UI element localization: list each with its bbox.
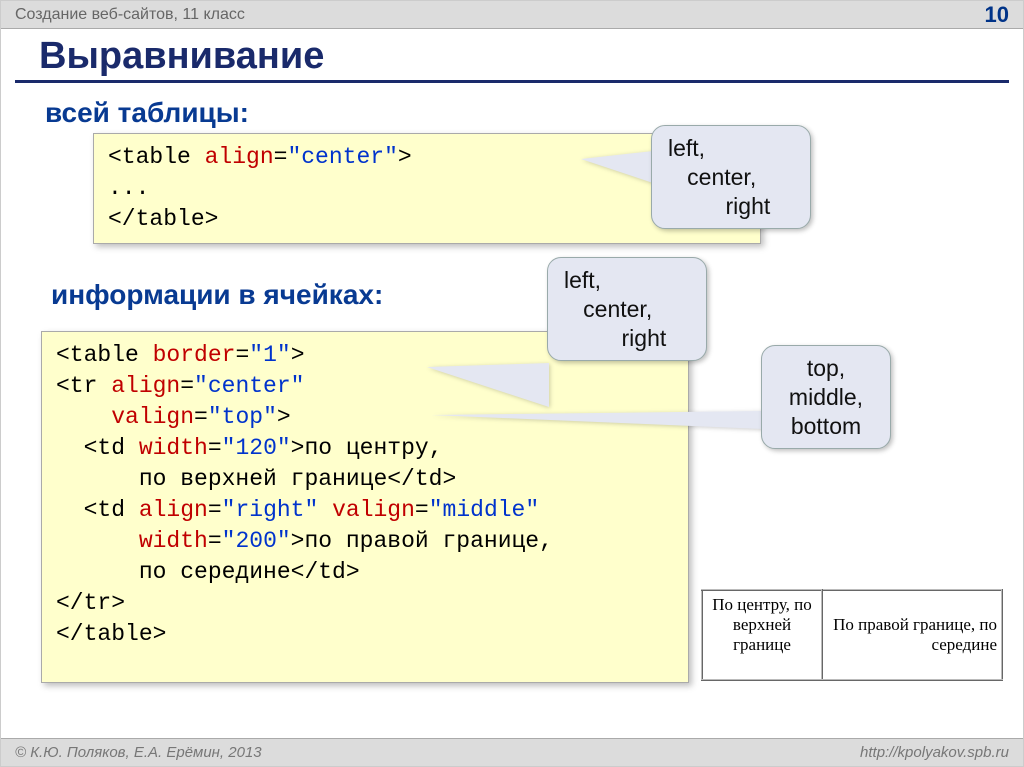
- title-rule: [15, 80, 1009, 83]
- callout-valign-values: top, middle, bottom: [761, 345, 891, 449]
- footer-bar: © К.Ю. Поляков, Е.А. Ерёмин, 2013 http:/…: [1, 738, 1023, 766]
- slide: Создание веб-сайтов, 11 класс 10 Выравни…: [0, 0, 1024, 767]
- footer-url: http://kpolyakov.spb.ru: [860, 744, 1009, 761]
- example-cell-center-top: По центру, по верхней границе: [702, 590, 822, 680]
- callout-pointer-2: [427, 363, 549, 407]
- copyright: © К.Ю. Поляков, Е.А. Ерёмин, 2013: [15, 744, 262, 761]
- example-rendered-table: По центру, по верхней границе По правой …: [701, 589, 1003, 681]
- slide-title: Выравнивание: [39, 35, 1023, 78]
- callout-pointer-1: [581, 151, 653, 183]
- callout-align-values-1: left, center, right: [651, 125, 811, 229]
- subhead-whole-table: всей таблицы:: [45, 97, 249, 129]
- callout-align-values-2: left, center, right: [547, 257, 707, 361]
- header-bar: Создание веб-сайтов, 11 класс 10: [1, 1, 1023, 29]
- course-title: Создание веб-сайтов, 11 класс: [15, 6, 245, 24]
- example-cell-right-middle: По правой границе, по середине: [822, 590, 1002, 680]
- callout-pointer-3: [431, 411, 763, 429]
- subhead-cell-info: информации в ячейках:: [51, 279, 383, 311]
- code-block-cell-align: <table border="1"> <tr align="center" va…: [41, 331, 689, 683]
- page-number: 10: [985, 2, 1009, 28]
